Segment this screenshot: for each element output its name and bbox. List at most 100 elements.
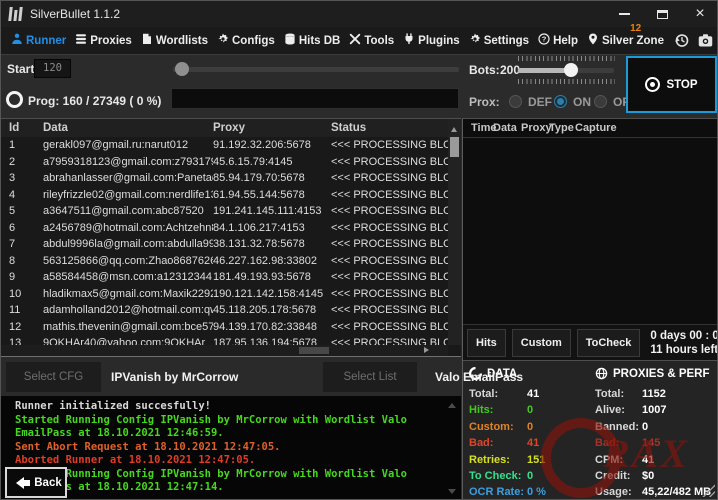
bots-slider-handle[interactable] — [564, 63, 578, 77]
table-row[interactable]: 12 mathis.thevenin@gmail.com:bce572 94.139… — [1, 319, 448, 336]
app-logo-icon — [8, 7, 23, 21]
bots-label: Bots: — [469, 63, 500, 77]
prox-off-radio[interactable] — [594, 95, 607, 108]
bots-slider[interactable] — [518, 63, 614, 77]
stat-label: Total: — [469, 388, 499, 400]
cell-id: 6 — [9, 221, 16, 234]
start-slider-handle[interactable] — [175, 62, 189, 76]
table-row[interactable]: 2 a7959318123@gmail.com:z79317933 45.6.15.… — [1, 154, 448, 171]
minimize-button[interactable] — [613, 5, 635, 23]
cell-data: a3647511@gmail.com:abc87520 — [43, 205, 204, 218]
column-time[interactable]: Time — [471, 122, 496, 134]
column-id[interactable]: Id — [9, 122, 43, 134]
table-row[interactable]: 1 gerakl097@gmail.ru:narut012 91.192.32.20… — [1, 137, 448, 154]
menu-item-hits-db[interactable]: Hits DB — [284, 33, 340, 48]
log-scroll-up-icon[interactable] — [448, 403, 456, 408]
menu-item-wordlists[interactable]: Wordlists — [141, 33, 208, 48]
column-capture[interactable]: Capture — [575, 122, 617, 134]
maximize-button[interactable] — [651, 5, 673, 23]
menu-item-tools[interactable]: Tools — [349, 33, 394, 48]
prox-on-radio[interactable] — [554, 95, 567, 108]
camera-icon[interactable] — [697, 33, 715, 49]
prox-def-radio[interactable] — [509, 95, 522, 108]
cell-proxy: 38.131.32.78:5678 — [213, 238, 305, 251]
hits-panel: Time Data Proxy Type Capture Hits Custom ToChe… — [462, 118, 718, 499]
stop-button[interactable]: STOP — [626, 56, 717, 113]
settings-icon — [469, 33, 481, 48]
stat-value: 45,22/482 MB — [642, 486, 712, 499]
menu-item-label: Wordlists — [155, 34, 208, 47]
stat-label: Bad: — [469, 437, 494, 450]
cell-id: 12 — [9, 320, 22, 333]
cell-proxy: 181.49.193.93:5678 — [213, 271, 311, 284]
tab-hits[interactable]: Hits — [467, 328, 506, 357]
scrollbar-thumb[interactable] — [450, 137, 459, 157]
close-button[interactable]: × — [689, 5, 711, 23]
table-row[interactable]: 11 adamholland2012@hotmail.com:qw 45.118.2… — [1, 302, 448, 319]
log-line: Runner initialized succesfully! — [15, 400, 211, 412]
menu-item-settings[interactable]: Settings — [469, 33, 529, 48]
stat-row: CPM: 41 — [595, 452, 711, 468]
horizontal-scrollbar[interactable] — [1, 345, 448, 356]
cell-proxy: 45.6.15.79:4145 — [213, 155, 293, 168]
table-row[interactable]: 7 abdul9996la@gmail.com:abdulla99 38.131.3… — [1, 236, 448, 253]
scroll-up-icon[interactable] — [451, 124, 457, 132]
hitsdb-icon — [284, 33, 296, 48]
hits-table-body — [463, 138, 717, 324]
controls-area: Start: 120 Prog: 160 / 27349 ( 0 %) Bots… — [1, 55, 717, 116]
cell-id: 7 — [9, 238, 16, 251]
column-proxy[interactable]: Proxy — [213, 122, 331, 134]
stat-label: Banned: — [595, 420, 639, 433]
timer: 0 days 00 : 00 : 18 11 hours left — [650, 329, 718, 357]
menu-item-help[interactable]: ? Help — [538, 33, 578, 48]
menu-item-silver-zone[interactable]: Silver Zone 12 — [587, 23, 664, 48]
menu-item-runner[interactable]: Runner — [11, 33, 66, 48]
stat-row: Credit: $0 — [595, 468, 711, 484]
select-config-button[interactable]: Select CFG — [6, 362, 101, 392]
scroll-right-icon[interactable] — [424, 347, 432, 353]
vertical-scrollbar[interactable] — [448, 119, 461, 345]
configs-icon — [217, 33, 229, 48]
table-row[interactable]: 4 rileyfrizzle02@gmail.com:nerdlife13 61.9… — [1, 187, 448, 204]
stat-row: Alive: 1007 — [595, 402, 711, 418]
table-row[interactable]: 3 abrahanlasser@gmail.com:Panetada 85.94.1… — [1, 170, 448, 187]
menu-item-configs[interactable]: Configs — [217, 33, 275, 48]
config-bar: Select CFG IPVanish by MrCorrow Select L… — [1, 358, 523, 396]
scrollbar-thumb[interactable] — [299, 347, 329, 354]
table-row[interactable]: 9 a58584458@msn.com:a12312344 181.49.193.9… — [1, 269, 448, 286]
cell-status: <<< PROCESSING BLOCK — [331, 304, 448, 317]
column-data[interactable]: Data — [493, 122, 521, 134]
table-row[interactable]: 8 563125866@qq.com:Zhao8687626 46.227.162.… — [1, 253, 448, 270]
wordlists-icon — [141, 33, 153, 48]
cell-proxy: 190.121.142.158:4145 — [213, 287, 324, 300]
cell-id: 10 — [9, 287, 22, 300]
column-status[interactable]: Status — [331, 122, 461, 134]
back-button[interactable]: Back — [5, 467, 67, 498]
table-row[interactable]: 6 a2456789@hotmail.com:Achtzehn8 84.1.106.… — [1, 220, 448, 237]
log-scroll-down-icon[interactable] — [448, 489, 456, 494]
table-row[interactable]: 13 9OKHAr40@yahoo.com:9OKHAr 187.95.136.19… — [1, 335, 448, 345]
stop-button-label: STOP — [666, 78, 698, 91]
cell-status: <<< PROCESSING BLOCK — [331, 238, 448, 251]
table-row[interactable]: 5 a3647511@gmail.com:abc87520 191.241.145.… — [1, 203, 448, 220]
remaining-time: 11 hours left — [650, 343, 718, 356]
tab-custom[interactable]: Custom — [511, 328, 571, 357]
start-slider[interactable] — [173, 62, 459, 76]
start-input[interactable]: 120 — [34, 59, 71, 78]
app-window: SilverBullet 1.1.2 × Runner Proxies Wordli… — [0, 0, 718, 500]
menu-item-proxies[interactable]: Proxies — [75, 33, 132, 48]
stat-row: OCR Rate: 0 % — [469, 484, 546, 499]
tab-tocheck[interactable]: ToCheck — [576, 328, 641, 357]
table-row[interactable]: 10 hladikmax5@gmail.com:Maxik2292 190.121.… — [1, 286, 448, 303]
column-proxy[interactable]: Proxy — [521, 122, 552, 134]
stat-row: Total: 41 — [469, 386, 546, 402]
proxies-stats-panel: PROXIES & PERF Total: 1152 Alive: 1007 Banne… — [595, 367, 712, 499]
stat-row: Custom: 0 — [469, 419, 546, 435]
select-list-button[interactable]: Select List — [323, 362, 417, 392]
menu-item-plugins[interactable]: Plugins — [403, 33, 460, 48]
history-icon[interactable] — [673, 33, 691, 49]
stat-label: Credit: — [595, 470, 631, 483]
stat-value: 1007 — [642, 404, 667, 417]
column-data[interactable]: Data — [43, 122, 213, 134]
column-type[interactable]: Type — [549, 122, 575, 134]
